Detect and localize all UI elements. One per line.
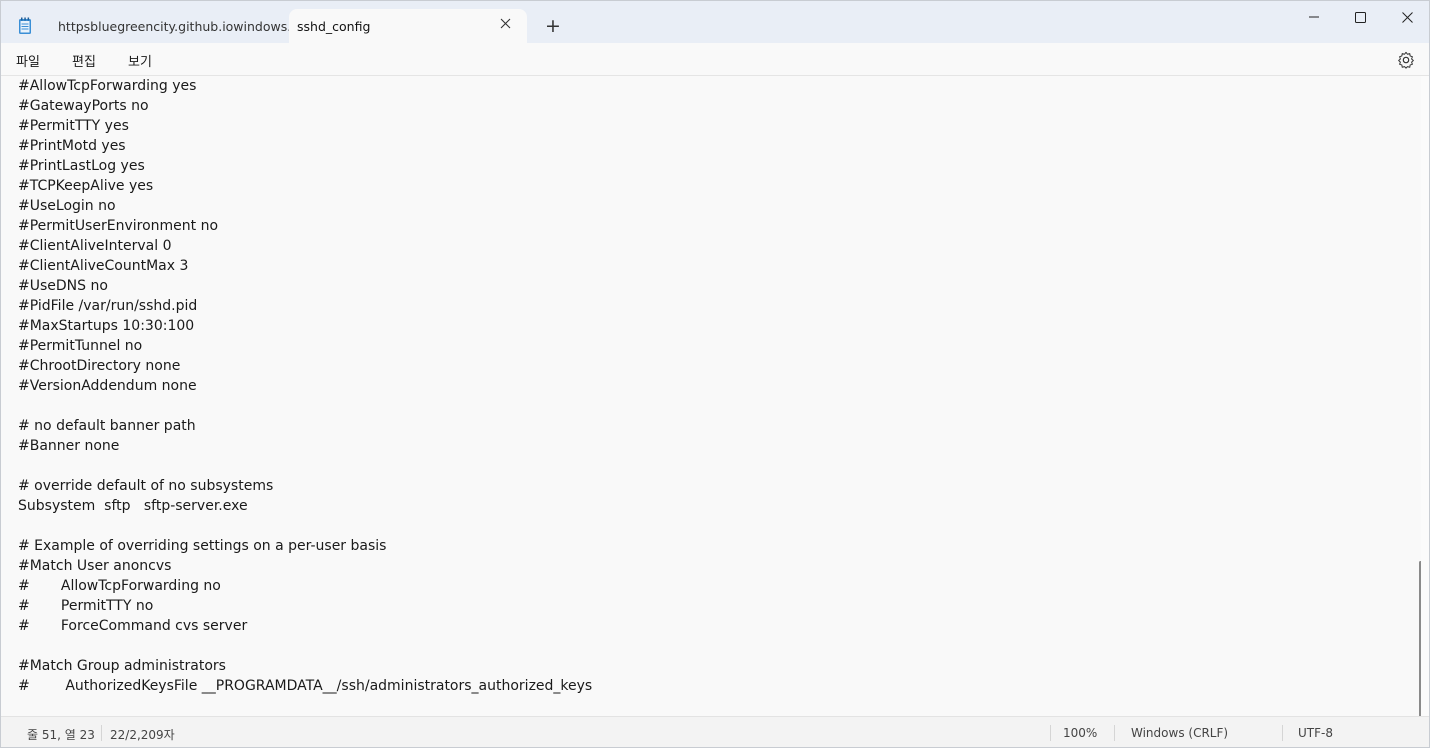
text-line: #UseLogin no bbox=[18, 198, 116, 214]
text-line bbox=[18, 636, 592, 656]
encoding[interactable]: UTF-8 bbox=[1298, 726, 1333, 740]
text-line: # AuthorizedKeysFile __PROGRAMDATA__/ssh… bbox=[18, 678, 593, 694]
close-tab-icon[interactable] bbox=[497, 17, 513, 33]
text-line: #VersionAddendum none bbox=[18, 378, 197, 394]
gear-icon[interactable] bbox=[1397, 51, 1415, 69]
text-line: Subsystem sftp sftp-server.exe bbox=[18, 498, 248, 514]
text-line: #TCPKeepAlive yes bbox=[18, 178, 154, 194]
vertical-scrollbar[interactable] bbox=[1419, 561, 1421, 716]
maximize-icon bbox=[1354, 11, 1366, 23]
menu-bar: 파일 편집 보기 bbox=[1, 43, 1429, 76]
text-line: #MaxStartups 10:30:100 bbox=[18, 318, 195, 334]
divider bbox=[1114, 725, 1115, 741]
text-line: #ClientAliveInterval 0 bbox=[18, 238, 172, 254]
notepad-icon bbox=[19, 17, 31, 34]
minimize-button[interactable] bbox=[1291, 4, 1337, 30]
minimize-icon bbox=[1309, 16, 1319, 18]
status-bar: 줄 51, 열 23 22/2,209자 100% Windows (CRLF)… bbox=[1, 716, 1429, 747]
text-line bbox=[18, 396, 592, 416]
close-window-button[interactable] bbox=[1384, 4, 1430, 30]
text-line: # override default of no subsystems bbox=[18, 478, 274, 494]
text-line: # no default banner path bbox=[18, 418, 196, 434]
tab-sshd-config[interactable]: sshd_config bbox=[289, 9, 527, 43]
notepad-window: httpsbluegreencity.github.iowindows.txt … bbox=[0, 0, 1430, 748]
text-line: # Example of overriding settings on a pe… bbox=[18, 538, 387, 554]
text-line: #AllowTcpForwarding yes bbox=[18, 78, 197, 94]
text-line: #PermitUserEnvironment no bbox=[18, 218, 219, 234]
tab-label: httpsbluegreencity.github.iowindows.txt bbox=[58, 18, 309, 34]
text-line: #ClientAliveCountMax 3 bbox=[18, 258, 189, 274]
divider bbox=[101, 725, 102, 741]
new-tab-button[interactable]: + bbox=[544, 16, 562, 36]
text-line: #Banner none bbox=[18, 438, 120, 454]
text-editor[interactable]: #AllowTcpForwarding yes #GatewayPorts no #… bbox=[1, 76, 1421, 716]
text-line: #PidFile /var/run/sshd.pid bbox=[18, 298, 198, 314]
text-line: #PrintLastLog yes bbox=[18, 158, 145, 174]
title-bar: httpsbluegreencity.github.iowindows.txt … bbox=[1, 1, 1429, 43]
text-line: #Match User anoncvs bbox=[18, 558, 172, 574]
divider bbox=[1282, 725, 1283, 741]
text-line: #ChrootDirectory none bbox=[18, 358, 181, 374]
tab-label: sshd_config bbox=[297, 18, 371, 34]
divider bbox=[1050, 725, 1051, 741]
tab-windows-txt[interactable]: httpsbluegreencity.github.iowindows.txt bbox=[45, 9, 308, 43]
character-count: 22/2,209자 bbox=[110, 728, 175, 742]
text-line: #GatewayPorts no bbox=[18, 98, 149, 114]
menu-file[interactable]: 파일 bbox=[16, 51, 40, 70]
cursor-position: 줄 51, 열 23 bbox=[27, 728, 95, 742]
text-line: #PermitTunnel no bbox=[18, 338, 143, 354]
text-line bbox=[18, 516, 592, 536]
zoom-level[interactable]: 100% bbox=[1063, 726, 1097, 740]
text-line: # ForceCommand cvs server bbox=[18, 618, 248, 634]
text-line: #PermitTTY yes bbox=[18, 118, 129, 134]
menu-view[interactable]: 보기 bbox=[128, 51, 152, 70]
close-icon bbox=[1401, 11, 1413, 23]
text-line: # PermitTTY no bbox=[18, 598, 154, 614]
text-line: #Match Group administrators bbox=[18, 658, 226, 674]
line-ending[interactable]: Windows (CRLF) bbox=[1131, 726, 1228, 740]
maximize-button[interactable] bbox=[1337, 4, 1383, 30]
menu-edit[interactable]: 편집 bbox=[72, 51, 96, 70]
text-lines: #AllowTcpForwarding yes #GatewayPorts no #… bbox=[18, 76, 592, 696]
text-line: #PrintMotd yes bbox=[18, 138, 126, 154]
text-line: # AllowTcpForwarding no bbox=[18, 578, 221, 594]
text-line: #UseDNS no bbox=[18, 278, 108, 294]
text-line bbox=[18, 456, 592, 476]
